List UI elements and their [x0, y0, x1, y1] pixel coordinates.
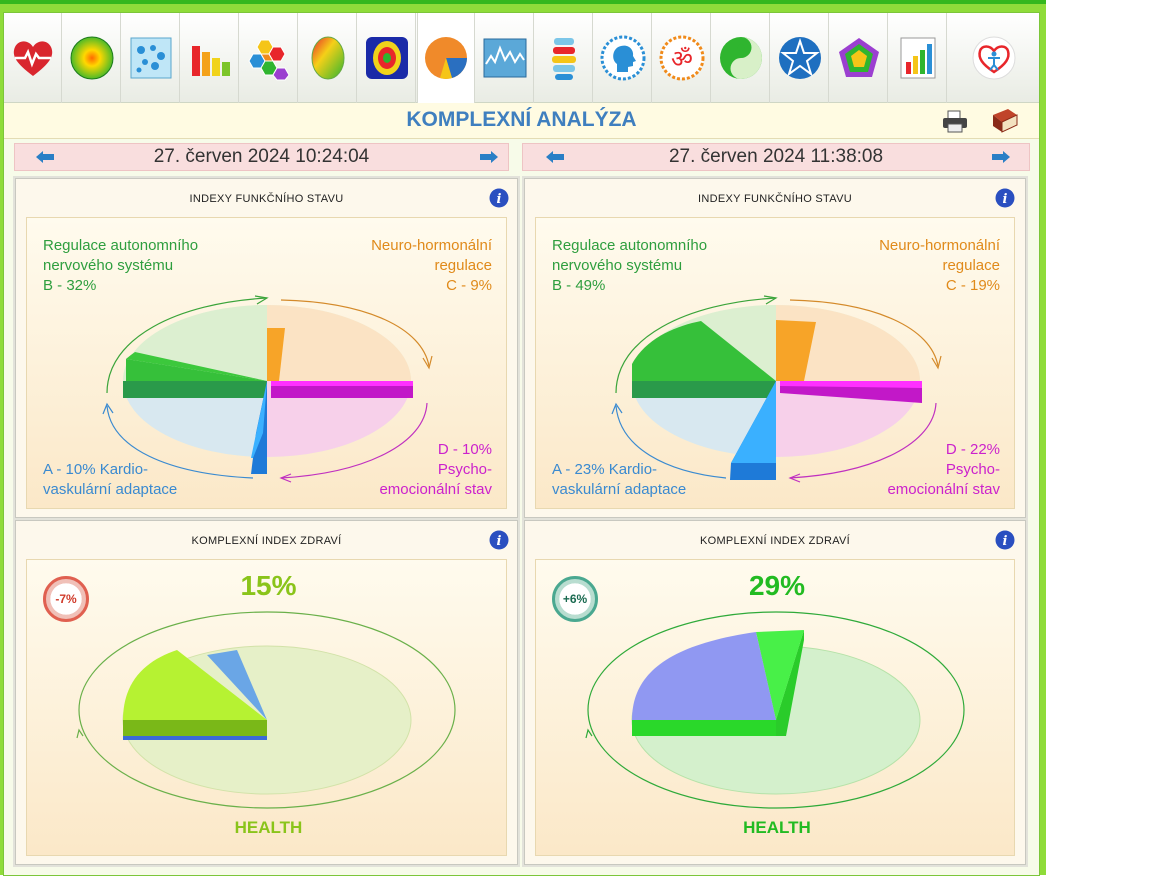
- blue-dots-icon[interactable]: [122, 13, 180, 103]
- health-percentage: 29%: [748, 570, 806, 601]
- svg-text:i: i: [1003, 192, 1008, 207]
- health-label: HEALTH: [234, 818, 303, 837]
- label-regulation: Regulace autonomního nervového systému B…: [43, 236, 198, 296]
- info-icon[interactable]: i: [995, 530, 1015, 550]
- indices-chart-area: Regulace autonomního nervového systému B…: [535, 217, 1015, 509]
- session-date: 27. červen 2024 11:38:08: [668, 146, 884, 167]
- label-value: A - 10% Kardio-: [43, 461, 149, 478]
- health-chart-area: -7% 15% HEALTH: [26, 559, 507, 856]
- hexagon-grid-icon[interactable]: [240, 13, 298, 103]
- info-icon[interactable]: i: [489, 530, 509, 550]
- label-line: nervového systému: [552, 257, 683, 274]
- head-profile-icon[interactable]: [594, 13, 652, 103]
- label-cardio: A - 23% Kardio- vaskulární adaptace: [552, 460, 686, 500]
- label-value: C - 9%: [446, 277, 492, 294]
- health-panel-right: KOMPLEXNÍ INDEX ZDRAVÍ i +6% 29% HEALTH: [522, 518, 1028, 867]
- label-line: Psycho-: [945, 461, 1000, 478]
- report-chart-icon[interactable]: [889, 13, 947, 103]
- health-percentage: 15%: [240, 570, 297, 601]
- printer-icon[interactable]: [942, 109, 968, 133]
- pentagon-icon[interactable]: [830, 13, 888, 103]
- panel-title: KOMPLEXNÍ INDEX ZDRAVÍ: [191, 535, 342, 547]
- bar-chart-icon[interactable]: [181, 13, 239, 103]
- health-panel-left: KOMPLEXNÍ INDEX ZDRAVÍ i -7% 15% HEALTH: [13, 518, 520, 867]
- arrow-right-icon[interactable]: [991, 150, 1011, 164]
- star-icon[interactable]: [771, 13, 829, 103]
- label-value: B - 32%: [43, 277, 97, 294]
- info-icon[interactable]: i: [489, 188, 509, 208]
- svg-text:i: i: [497, 192, 502, 207]
- svg-text:i: i: [497, 534, 502, 549]
- label-value: B - 49%: [552, 277, 606, 294]
- label-line: vaskulární adaptace: [43, 481, 178, 498]
- label-line: Neuro-hormonální: [371, 237, 492, 254]
- om-symbol-icon[interactable]: ॐ: [653, 13, 711, 103]
- label-cardio: A - 10% Kardio- vaskulární adaptace: [43, 460, 177, 500]
- label-line: Neuro-hormonální: [879, 237, 1000, 254]
- app-window: ॐ KOMPLEXNÍ ANALÝZA 27. červen 2024 10:2…: [3, 12, 1040, 876]
- health-label: HEALTH: [743, 818, 811, 837]
- label-line: nervového systému: [43, 257, 174, 274]
- indices-panel-right: INDEXY FUNKČNÍHO STAVU i Regulace autono…: [522, 176, 1028, 520]
- module-toolbar: ॐ: [4, 13, 1039, 103]
- session-date: 27. červen 2024 10:24:04: [153, 146, 370, 167]
- label-line: regulace: [942, 257, 1000, 274]
- label-regulation: Regulace autonomního nervového systému B…: [552, 236, 707, 296]
- label-line: emocionální stav: [887, 481, 1000, 498]
- book-icon[interactable]: [990, 107, 1020, 133]
- label-line: Regulace autonomního: [552, 237, 708, 254]
- title-bar: KOMPLEXNÍ ANALÝZA: [4, 103, 1039, 139]
- label-psycho: D - 10% Psycho- emocionální stav: [379, 440, 492, 500]
- label-psycho: D - 22% Psycho- emocionální stav: [887, 440, 1000, 500]
- label-value: D - 10%: [437, 441, 492, 458]
- indices-panel-left: INDEXY FUNKČNÍHO STAVU i Regulace autono…: [13, 176, 520, 520]
- app-frame: ॐ KOMPLEXNÍ ANALÝZA 27. červen 2024 10:2…: [0, 0, 1046, 876]
- pie-chart-icon[interactable]: [417, 13, 475, 103]
- wave-chart-icon[interactable]: [476, 13, 534, 103]
- info-icon[interactable]: i: [995, 188, 1015, 208]
- label-neuro: Neuro-hormonální regulace C - 9%: [371, 236, 492, 296]
- svg-text:i: i: [1003, 534, 1008, 549]
- label-value: A - 23% Kardio-: [552, 461, 658, 478]
- label-value: C - 19%: [945, 277, 1000, 294]
- health-pie-chart: [585, 611, 965, 809]
- brain-map-icon[interactable]: [299, 13, 357, 103]
- label-line: Regulace autonomního: [43, 237, 199, 254]
- panel-title: INDEXY FUNKČNÍHO STAVU: [698, 193, 852, 205]
- yin-yang-icon[interactable]: [712, 13, 770, 103]
- indices-chart-area: Regulace autonomního nervového systému B…: [26, 217, 507, 509]
- health-chart-area: +6% 29% HEALTH: [535, 559, 1015, 856]
- health-pie-chart: [76, 611, 456, 809]
- session-date-bar-left: 27. červen 2024 10:24:04: [14, 143, 509, 171]
- heart-ecg-icon[interactable]: [4, 13, 62, 103]
- green-sphere-icon[interactable]: [63, 13, 121, 103]
- svg-text:ॐ: ॐ: [671, 45, 693, 73]
- label-line: Psycho-: [437, 461, 492, 478]
- session-date-bar-right: 27. červen 2024 11:38:08: [522, 143, 1030, 171]
- panel-title: INDEXY FUNKČNÍHO STAVU: [189, 193, 344, 205]
- arrow-right-icon[interactable]: [479, 150, 499, 164]
- spine-icon[interactable]: [535, 13, 593, 103]
- panel-title: KOMPLEXNÍ INDEX ZDRAVÍ: [699, 535, 851, 547]
- label-neuro: Neuro-hormonální regulace C - 19%: [879, 236, 1000, 296]
- page-title: KOMPLEXNÍ ANALÝZA: [406, 108, 637, 131]
- body-scan-icon[interactable]: [358, 13, 416, 103]
- label-line: regulace: [434, 257, 492, 274]
- label-value: D - 22%: [945, 441, 1000, 458]
- human-heart-logo-icon[interactable]: [948, 13, 1039, 103]
- label-line: vaskulární adaptace: [552, 481, 687, 498]
- label-line: emocionální stav: [379, 481, 492, 498]
